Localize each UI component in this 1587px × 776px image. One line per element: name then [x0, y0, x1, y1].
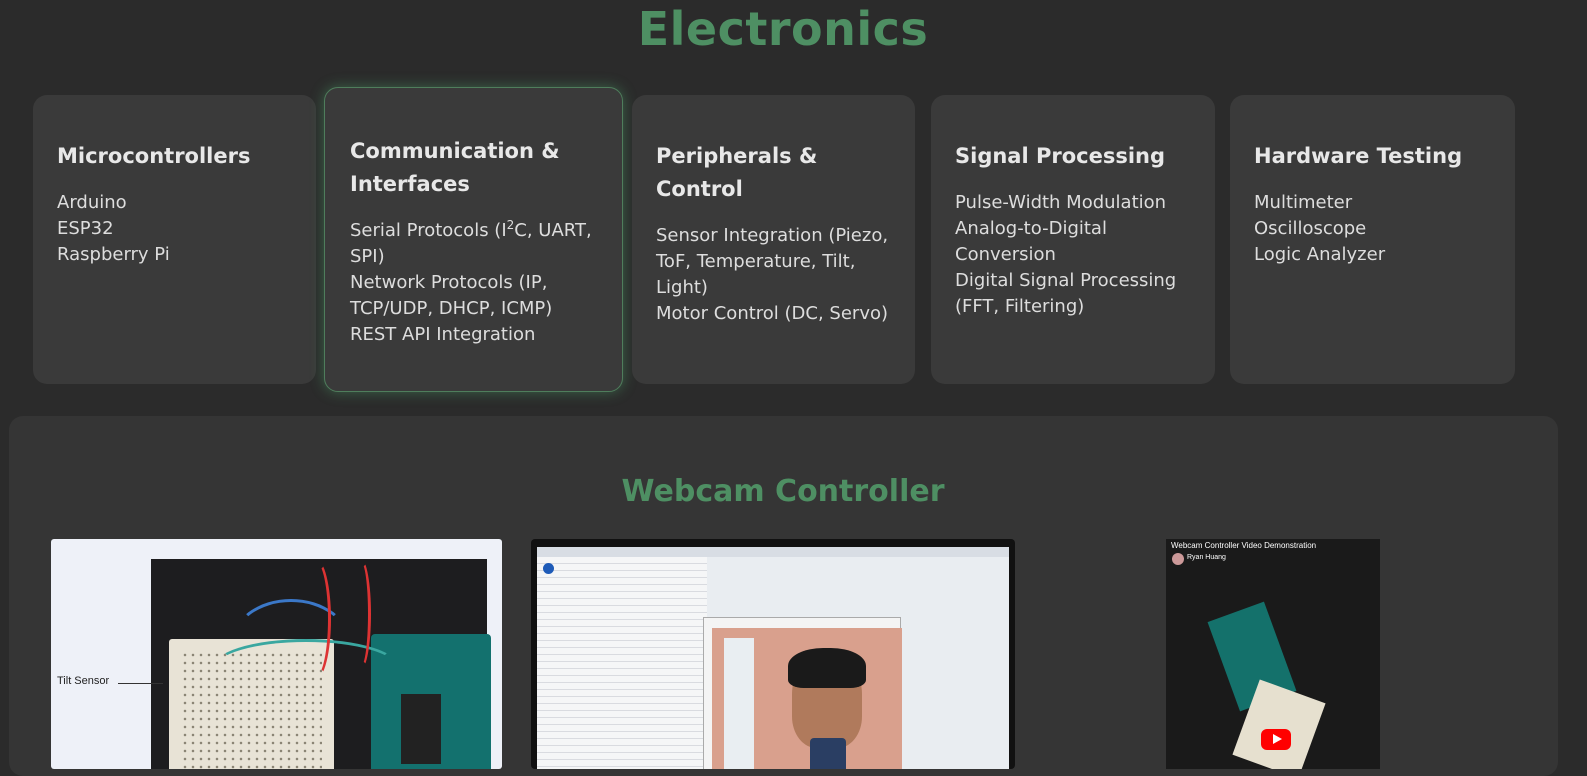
card-title: Communication & Interfaces: [350, 139, 560, 196]
circuit-photo: [151, 559, 491, 769]
skill-card-signal-processing[interactable]: Signal Processing Pulse-Width Modulation…: [931, 95, 1215, 384]
card-item: Analog-to-Digital Conversion: [955, 218, 1107, 265]
card-title: Hardware Testing: [1254, 144, 1463, 168]
card-item: ESP32: [57, 218, 114, 239]
demo-video[interactable]: Webcam Controller Video Demonstration Ry…: [1166, 539, 1380, 769]
skill-card-hardware-testing[interactable]: Hardware Testing Multimeter Oscilloscope…: [1230, 95, 1515, 384]
skill-card-communication[interactable]: Communication & Interfaces Serial Protoc…: [324, 87, 623, 392]
skill-card-peripherals[interactable]: Peripherals & Control Sensor Integration…: [632, 95, 915, 384]
section-title: Electronics: [637, 2, 929, 56]
skill-card-microcontrollers[interactable]: Microcontrollers Arduino ESP32 Raspberry…: [33, 95, 316, 384]
card-item: Raspberry Pi: [57, 244, 170, 265]
card-item: Serial Protocols (I2C, UART, SPI): [350, 218, 592, 267]
card-item: Sensor Integration (Piezo, ToF, Temperat…: [656, 225, 889, 298]
project-photo-circuit[interactable]: Tilt Sensor: [51, 539, 502, 769]
card-title: Peripherals & Control: [656, 144, 818, 201]
video-title: Webcam Controller Video Demonstration: [1171, 541, 1317, 550]
webcam-window: [703, 617, 902, 769]
project-title: Webcam Controller: [621, 474, 945, 509]
channel-avatar: [1172, 553, 1184, 565]
run-icon: [543, 563, 554, 574]
video-author: Ryan Huang: [1187, 554, 1226, 561]
card-title: Signal Processing: [955, 144, 1166, 168]
project-photo-screen[interactable]: [531, 539, 1015, 769]
label-pointer: [118, 683, 163, 684]
card-item: Network Protocols (IP, TCP/UDP, DHCP, IC…: [350, 272, 553, 319]
card-item: Multimeter: [1254, 192, 1353, 213]
card-item: Digital Signal Processing (FFT, Filterin…: [955, 270, 1177, 317]
code-editor: [537, 557, 707, 769]
tilt-sensor-label: Tilt Sensor: [57, 675, 110, 687]
card-item: Oscilloscope: [1254, 218, 1367, 239]
laptop-screen: [537, 547, 1009, 769]
card-item: Arduino: [57, 192, 127, 213]
card-item: Motor Control (DC, Servo): [656, 303, 889, 324]
card-title: Microcontrollers: [57, 144, 251, 168]
card-item: REST API Integration: [350, 324, 536, 345]
youtube-play-icon[interactable]: [1261, 729, 1291, 750]
card-item: Pulse-Width Modulation: [955, 192, 1167, 213]
card-item: Logic Analyzer: [1254, 244, 1386, 265]
